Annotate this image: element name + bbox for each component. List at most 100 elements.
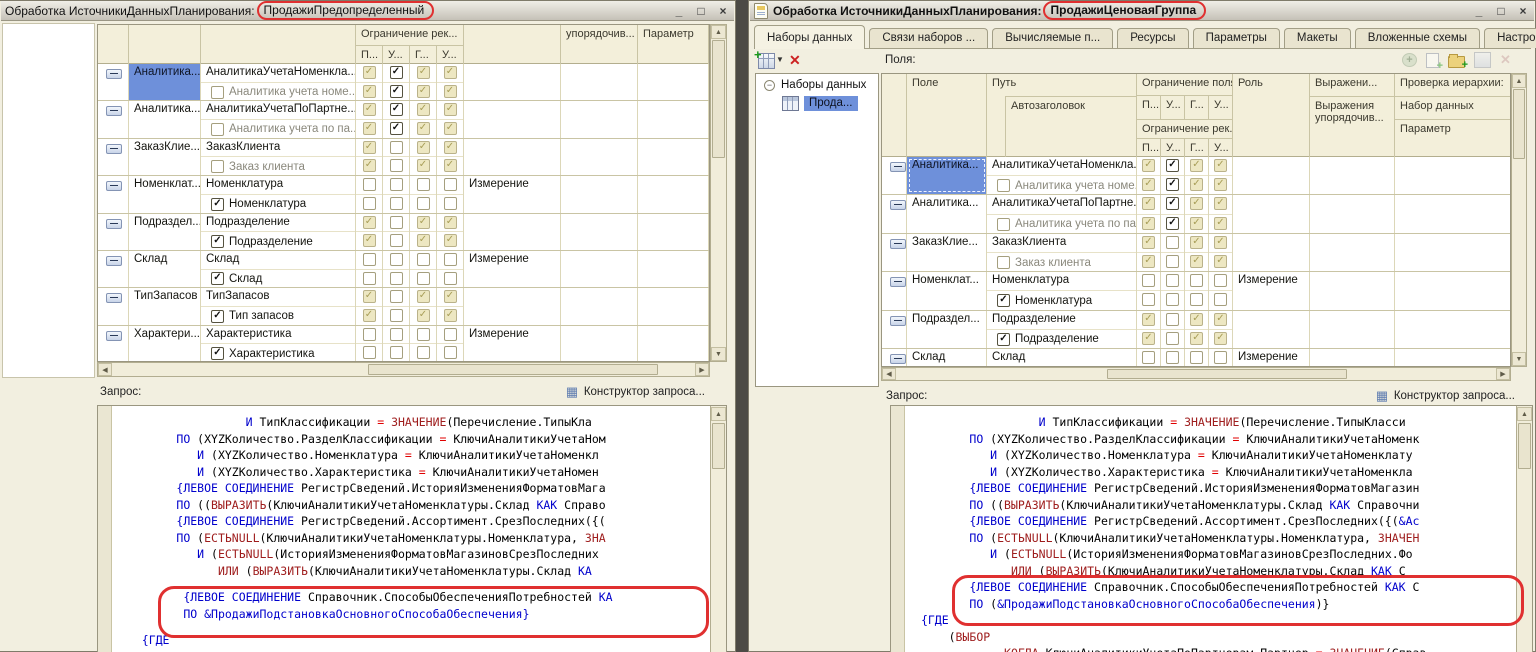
checkbox[interactable]: ✓ bbox=[1166, 159, 1179, 172]
checkbox[interactable]: ✓ bbox=[363, 85, 376, 98]
add-field-icon[interactable]: + bbox=[1402, 53, 1417, 67]
checkbox[interactable]: ✓ bbox=[211, 198, 224, 211]
extra-cell[interactable] bbox=[638, 176, 709, 212]
checkbox[interactable] bbox=[1190, 274, 1203, 287]
checkbox[interactable]: ✓ bbox=[1166, 178, 1179, 191]
field-cell[interactable]: Подраздел... bbox=[129, 214, 201, 250]
checkbox[interactable]: ✓ bbox=[1142, 313, 1155, 326]
path-cell[interactable]: Подразделение✓Подразделение bbox=[987, 311, 1137, 348]
column-header-field[interactable]: Поле bbox=[907, 74, 987, 157]
role-cell[interactable] bbox=[1233, 311, 1310, 348]
checkbox[interactable]: ✓ bbox=[211, 272, 224, 285]
column-header-record-restriction[interactable]: Ограничение рек... bbox=[356, 25, 464, 46]
checkbox[interactable]: ✓ bbox=[1142, 255, 1155, 268]
table-group-row[interactable]: ТипЗапасовТипЗапасов✓Тип запасов✓✓✓✓✓✓ bbox=[98, 288, 709, 325]
checkbox[interactable]: ✓ bbox=[1214, 332, 1227, 345]
role-cell[interactable]: Измерение bbox=[1233, 272, 1310, 309]
checkbox[interactable] bbox=[1166, 274, 1179, 287]
checkbox[interactable]: ✓ bbox=[1190, 332, 1203, 345]
checkbox[interactable] bbox=[390, 346, 403, 359]
extra-cell[interactable] bbox=[561, 64, 638, 100]
checkbox[interactable] bbox=[390, 328, 403, 341]
tab-1[interactable]: Связи наборов ... bbox=[869, 28, 988, 48]
left-query-scrollbar[interactable]: ▲ bbox=[710, 406, 726, 652]
path-cell[interactable]: АналитикаУчетаПоПартне...Аналитика учета… bbox=[201, 101, 356, 137]
checkbox[interactable] bbox=[390, 253, 403, 266]
checkbox[interactable] bbox=[417, 178, 430, 191]
extra-cell[interactable] bbox=[638, 326, 709, 362]
role-cell[interactable]: Измерение bbox=[1233, 349, 1310, 367]
checkbox[interactable]: ✓ bbox=[1166, 197, 1179, 210]
checkbox[interactable] bbox=[390, 216, 403, 229]
path-cell[interactable]: ЗаказКлиентаЗаказ клиента bbox=[987, 234, 1137, 271]
checkbox[interactable] bbox=[1190, 351, 1203, 364]
table-group-row[interactable]: Характери...Характеристика✓Характеристик… bbox=[98, 326, 709, 362]
field-cell[interactable]: ЗаказКлие... bbox=[907, 234, 987, 271]
column-header-check-u4[interactable]: У... bbox=[1209, 139, 1233, 157]
role-cell[interactable]: Измерение bbox=[464, 326, 561, 362]
checkbox[interactable] bbox=[211, 86, 224, 99]
checkbox[interactable]: ✓ bbox=[444, 85, 457, 98]
extra-cell[interactable] bbox=[561, 288, 638, 324]
scrollbar-thumb[interactable] bbox=[368, 364, 658, 375]
checkbox[interactable] bbox=[390, 178, 403, 191]
checkbox[interactable]: ✓ bbox=[417, 122, 430, 135]
checkbox[interactable] bbox=[444, 253, 457, 266]
checkbox[interactable]: ✓ bbox=[1190, 197, 1203, 210]
path-cell[interactable]: Характеристика✓Характеристика bbox=[201, 326, 356, 362]
checkbox[interactable]: ✓ bbox=[1214, 178, 1227, 191]
checkbox[interactable]: ✓ bbox=[390, 85, 403, 98]
extra-cell[interactable] bbox=[561, 139, 638, 175]
column-header-check-p[interactable]: П... bbox=[1137, 96, 1161, 120]
collapse-row-button[interactable] bbox=[106, 219, 122, 229]
checkbox[interactable] bbox=[1142, 351, 1155, 364]
checkbox[interactable] bbox=[390, 141, 403, 154]
extra-cell[interactable] bbox=[638, 251, 709, 287]
checkbox[interactable]: ✓ bbox=[1190, 178, 1203, 191]
checkbox[interactable] bbox=[444, 346, 457, 359]
role-cell[interactable] bbox=[464, 64, 561, 100]
checkbox[interactable] bbox=[997, 256, 1010, 269]
role-cell[interactable] bbox=[1233, 157, 1310, 194]
checkbox[interactable] bbox=[417, 253, 430, 266]
add-folder-icon[interactable] bbox=[1448, 56, 1465, 68]
checkbox[interactable] bbox=[211, 123, 224, 136]
field-cell[interactable]: Аналитика... bbox=[907, 157, 987, 194]
table-group-row[interactable]: Номенклат...Номенклатура✓НоменклатураИзм… bbox=[882, 272, 1510, 310]
extra-cell[interactable] bbox=[638, 214, 709, 250]
field-cell[interactable]: ЗаказКлие... bbox=[129, 139, 201, 175]
checkbox[interactable] bbox=[363, 197, 376, 210]
collapse-row-button[interactable] bbox=[106, 331, 122, 341]
tab-4[interactable]: Параметры bbox=[1193, 28, 1280, 48]
scrollbar-thumb[interactable] bbox=[1107, 369, 1347, 379]
checkbox[interactable]: ✓ bbox=[417, 290, 430, 303]
table-group-row[interactable]: СкладСклад✓СкладИзмерение bbox=[98, 251, 709, 288]
field-cell[interactable]: Номенклат... bbox=[907, 272, 987, 309]
tab-3[interactable]: Ресурсы bbox=[1117, 28, 1188, 48]
right-table-horizontal-scrollbar[interactable]: ◀ ▶ bbox=[881, 367, 1511, 381]
checkbox[interactable]: ✓ bbox=[417, 234, 430, 247]
column-header-check-u1[interactable]: У... bbox=[383, 46, 410, 64]
collapse-row-button[interactable] bbox=[890, 316, 906, 326]
checkbox[interactable]: ✓ bbox=[444, 141, 457, 154]
scrollbar-thumb[interactable] bbox=[712, 40, 725, 158]
right-window-titlebar[interactable]: Обработка ИсточникиДанныхПланирования: П… bbox=[750, 1, 1534, 21]
extra-cell[interactable] bbox=[638, 64, 709, 100]
checkbox[interactable] bbox=[390, 197, 403, 210]
path-cell[interactable]: Подразделение✓Подразделение bbox=[201, 214, 356, 250]
path-cell[interactable]: Номенклатура✓Номенклатура bbox=[201, 176, 356, 212]
checkbox[interactable]: ✓ bbox=[1214, 217, 1227, 230]
checkbox[interactable] bbox=[390, 159, 403, 172]
left-query-constructor-button[interactable]: ▦ Конструктор запроса... bbox=[566, 385, 705, 398]
field-cell[interactable]: Склад bbox=[907, 349, 987, 367]
maximize-button[interactable]: □ bbox=[1494, 4, 1508, 18]
scroll-up-icon[interactable]: ▲ bbox=[1512, 74, 1526, 88]
collapse-row-button[interactable] bbox=[890, 277, 906, 287]
table-group-row[interactable]: ЗаказКлие...ЗаказКлиентаЗаказ клиента✓✓✓… bbox=[882, 234, 1510, 272]
checkbox[interactable]: ✓ bbox=[444, 159, 457, 172]
checkbox[interactable]: ✓ bbox=[1190, 255, 1203, 268]
checkbox[interactable]: ✓ bbox=[1142, 197, 1155, 210]
checkbox[interactable] bbox=[1166, 313, 1179, 326]
checkbox[interactable] bbox=[1166, 293, 1179, 306]
checkbox[interactable] bbox=[363, 253, 376, 266]
